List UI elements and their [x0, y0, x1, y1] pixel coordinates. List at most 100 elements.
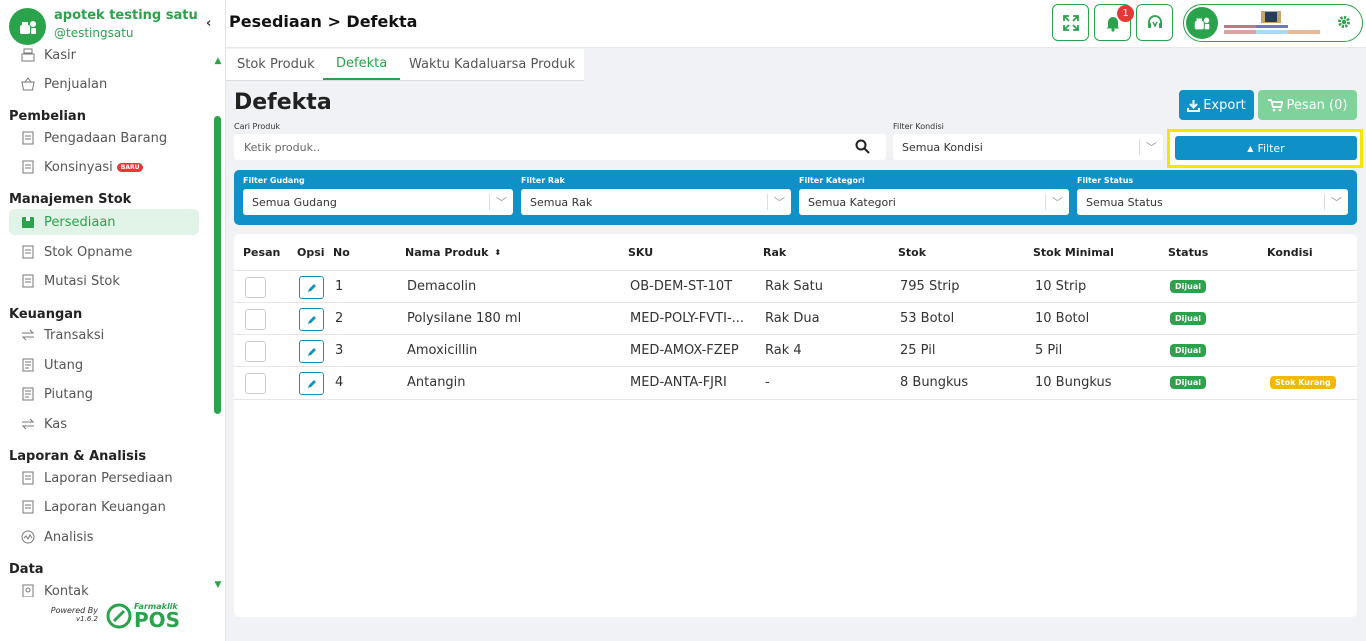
- chart-icon: [20, 529, 36, 545]
- kondisi-badge: Stok Kurang: [1270, 376, 1336, 389]
- farmaklik-mark-icon: [106, 603, 132, 628]
- gear-icon[interactable]: [1337, 14, 1351, 33]
- table-row: 3 Amoxicillin MED-AMOX-FZEP Rak 4 25 Pil…: [234, 334, 1357, 366]
- sidebar-item-transaksi[interactable]: Transaksi: [20, 322, 198, 348]
- section-keuangan: Keuangan: [9, 307, 83, 322]
- fullscreen-button[interactable]: [1052, 4, 1089, 41]
- notification-count-badge: 1: [1117, 5, 1134, 22]
- sidebar-item-laporan-keuangan[interactable]: Laporan Keuangan: [20, 494, 198, 520]
- table-row: 1 Demacolin OB-DEM-ST-10T Rak Satu 795 S…: [234, 270, 1357, 302]
- cart-icon: [1267, 98, 1283, 111]
- filter-panel: Filter Gudang Semua Gudang ﹀ Filter Rak S…: [234, 170, 1357, 225]
- sidebar-item-kasir[interactable]: Kasir: [20, 48, 198, 68]
- edit-button[interactable]: [299, 276, 324, 299]
- transfer-icon: [20, 327, 36, 343]
- sidebar-item-kontak[interactable]: Kontak: [20, 578, 198, 597]
- filter-kategori-select[interactable]: Semua Kategori ﹀: [799, 189, 1069, 215]
- pencil-icon: [307, 379, 316, 388]
- chevron-down-icon: ﹀: [1324, 194, 1342, 210]
- search-box: [234, 134, 886, 160]
- breadcrumb: Pesediaan > Defekta: [229, 12, 418, 31]
- export-button[interactable]: Export: [1179, 90, 1254, 120]
- new-badge: BARU: [116, 162, 144, 172]
- scroll-down-icon[interactable]: ▼: [212, 580, 224, 590]
- profile-menu[interactable]: [1183, 4, 1363, 42]
- receipt-icon: [20, 470, 36, 486]
- order-checkbox[interactable]: [245, 309, 266, 330]
- col-stok: Stok: [898, 246, 927, 259]
- pencil-icon: [307, 283, 316, 292]
- section-pembelian: Pembelian: [9, 109, 86, 124]
- sidebar-item-pengadaan-barang[interactable]: Pengadaan Barang: [20, 125, 198, 151]
- order-checkbox[interactable]: [245, 373, 266, 394]
- status-badge: Dijual: [1170, 280, 1206, 293]
- edit-button[interactable]: [299, 340, 324, 363]
- farmaklik-logo: Farmaklik POS: [106, 602, 180, 630]
- search-input[interactable]: [234, 134, 844, 160]
- filter-kategori-label: Filter Kategori: [799, 176, 865, 185]
- sidebar-item-kas[interactable]: Kas: [20, 411, 198, 437]
- table-row: 4 Antangin MED-ANTA-FJRI - 8 Bungkus 10 …: [234, 366, 1357, 400]
- col-status: Status: [1168, 246, 1209, 259]
- status-badge: Dijual: [1170, 344, 1206, 357]
- filter-status-select[interactable]: Semua Status ﹀: [1077, 189, 1348, 215]
- chevron-down-icon: ﹀: [1045, 194, 1063, 210]
- edit-button[interactable]: [299, 308, 324, 331]
- filter-gudang-select[interactable]: Semua Gudang ﹀: [243, 189, 513, 215]
- kondisi-select[interactable]: Semua Kondisi ﹀: [893, 134, 1163, 160]
- filter-rak-select[interactable]: Semua Rak ﹀: [521, 189, 791, 215]
- transfer-icon: [20, 416, 36, 432]
- sidebar-scrollbar[interactable]: [214, 116, 221, 414]
- expand-icon: [1062, 14, 1079, 31]
- pharmacy-logo-icon: [9, 8, 46, 45]
- headset-icon: [1147, 14, 1162, 28]
- sort-icon[interactable]: ⬍: [494, 248, 501, 257]
- support-button[interactable]: [1136, 4, 1173, 41]
- receipt-icon: [20, 244, 36, 260]
- filter-rak-label: Filter Rak: [521, 176, 565, 185]
- sidebar-item-piutang[interactable]: Piutang: [20, 381, 198, 407]
- filter-status-label: Filter Status: [1077, 176, 1134, 185]
- brand-handle: @testingsatu: [54, 26, 134, 40]
- filter-toggle-button[interactable]: ▲ Filter: [1175, 136, 1357, 160]
- col-nama-produk[interactable]: Nama Produk ⬍: [405, 246, 501, 259]
- document-icon: [20, 386, 36, 402]
- document-icon: [20, 357, 36, 373]
- order-button[interactable]: Pesan (0): [1258, 90, 1357, 120]
- cashier-icon: [20, 48, 36, 63]
- chevron-down-icon: ﹀: [1139, 139, 1157, 155]
- tab-waktu-kadaluarsa[interactable]: Waktu Kadaluarsa Produk: [409, 49, 575, 80]
- search-icon[interactable]: [855, 139, 870, 158]
- sidebar-item-persediaan[interactable]: Persediaan: [9, 209, 199, 235]
- sidebar-item-mutasi-stok[interactable]: Mutasi Stok: [20, 268, 198, 294]
- status-badge: Dijual: [1170, 312, 1206, 325]
- sidebar-item-penjualan[interactable]: Penjualan: [20, 71, 198, 97]
- filter-gudang-label: Filter Gudang: [243, 176, 305, 185]
- brand-name: apotek testing satu: [54, 8, 198, 23]
- order-checkbox[interactable]: [245, 341, 266, 362]
- box-icon: [20, 214, 36, 230]
- tab-defekta[interactable]: Defekta: [323, 49, 401, 80]
- tabs: Stok Produk Defekta Waktu Kadaluarsa Pro…: [226, 49, 584, 81]
- col-kondisi: Kondisi: [1267, 246, 1313, 259]
- section-manajemen-stok: Manajemen Stok: [9, 192, 132, 207]
- col-pesan: Pesan: [243, 246, 281, 259]
- profile-thumbnail: [1224, 11, 1320, 34]
- chevron-up-icon: ▲: [1247, 143, 1254, 153]
- powered-by: Powered By v1.6.2: [50, 606, 98, 623]
- tab-stok-produk[interactable]: Stok Produk: [237, 49, 315, 80]
- sidebar-item-analisis[interactable]: Analisis: [20, 524, 198, 550]
- sidebar-item-stok-opname[interactable]: Stok Opname: [20, 239, 198, 265]
- order-checkbox[interactable]: [245, 277, 266, 298]
- col-opsi: Opsi: [297, 246, 325, 259]
- search-label: Cari Produk: [234, 122, 281, 131]
- scroll-up-icon[interactable]: ▲: [212, 56, 224, 66]
- sidebar-menu: Kasir Penjualan Pembelian Pengadaan Bara…: [0, 48, 210, 597]
- collapse-sidebar-icon[interactable]: ‹: [206, 16, 211, 31]
- basket-icon: [20, 76, 36, 92]
- col-stok-minimal: Stok Minimal: [1033, 246, 1114, 259]
- sidebar-item-utang[interactable]: Utang: [20, 352, 198, 378]
- edit-button[interactable]: [299, 372, 324, 395]
- sidebar-item-konsinyasi[interactable]: Konsinyasi BARU: [20, 154, 198, 180]
- sidebar-item-laporan-persediaan[interactable]: Laporan Persediaan: [20, 465, 198, 491]
